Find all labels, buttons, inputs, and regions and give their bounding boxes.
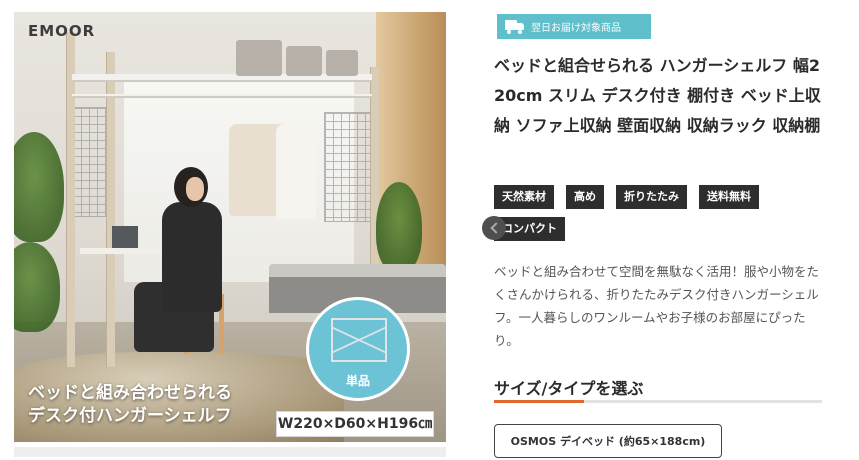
- section-divider: [494, 400, 822, 403]
- product-title: ベッドと組合せられる ハンガーシェルフ 幅220cm スリム デスク付き 棚付き…: [494, 56, 821, 135]
- type-option-button[interactable]: OSMOS デイベッド (約65×188cm): [494, 424, 722, 458]
- plant: [376, 182, 422, 272]
- truck-icon: [505, 19, 525, 34]
- product-image[interactable]: EMOOR 単品 ベッドと組み合わせられる デスク付ハンガーシェルフ W220×…: [14, 12, 446, 442]
- image-scrollbar[interactable]: [14, 447, 446, 457]
- brand-logo: EMOOR: [28, 22, 96, 40]
- hanger-rail: [72, 94, 372, 98]
- section-divider-accent: [494, 400, 584, 403]
- single-unit-inset: 単品: [306, 297, 410, 401]
- shelf-post: [66, 32, 75, 367]
- chevron-left-icon[interactable]: [482, 216, 506, 240]
- tag-natural-material[interactable]: 天然素材: [494, 185, 554, 209]
- dimensions-badge: W220×D60×H196㎝: [276, 411, 434, 437]
- wire-grid-right: [324, 112, 372, 222]
- shelf-frame-icon: [331, 318, 387, 362]
- single-unit-label: 単品: [345, 374, 370, 388]
- product-description: ベッドと組み合わせて空間を無駄なく活用！服や小物をたくさんかけられる、折りたたみ…: [494, 264, 820, 348]
- delivery-badge-label: 翌日お届け対象商品: [531, 23, 621, 34]
- tag-list: 天然素材 高め 折りたたみ 送料無料 コンパクト: [494, 185, 814, 241]
- laptop: [112, 226, 138, 248]
- storage-box: [286, 46, 322, 76]
- caption-line: デスク付ハンガーシェルフ: [28, 406, 232, 426]
- image-caption: ベッドと組み合わせられる デスク付ハンガーシェルフ: [28, 382, 232, 428]
- caption-line: ベッドと組み合わせられる: [28, 383, 232, 403]
- tag-tall[interactable]: 高め: [566, 185, 604, 209]
- storage-box: [236, 40, 282, 76]
- tag-foldable[interactable]: 折りたたみ: [616, 185, 687, 209]
- person-face: [186, 177, 204, 201]
- plant: [14, 132, 64, 242]
- delivery-badge: 翌日お届け対象商品: [497, 14, 651, 39]
- plant: [14, 242, 60, 332]
- size-type-heading: サイズ/タイプを選ぶ: [494, 379, 644, 398]
- person: [162, 202, 222, 312]
- tag-free-shipping[interactable]: 送料無料: [699, 185, 759, 209]
- storage-box: [326, 50, 358, 76]
- shelf-post: [106, 52, 115, 367]
- hanging-shirt: [276, 124, 316, 219]
